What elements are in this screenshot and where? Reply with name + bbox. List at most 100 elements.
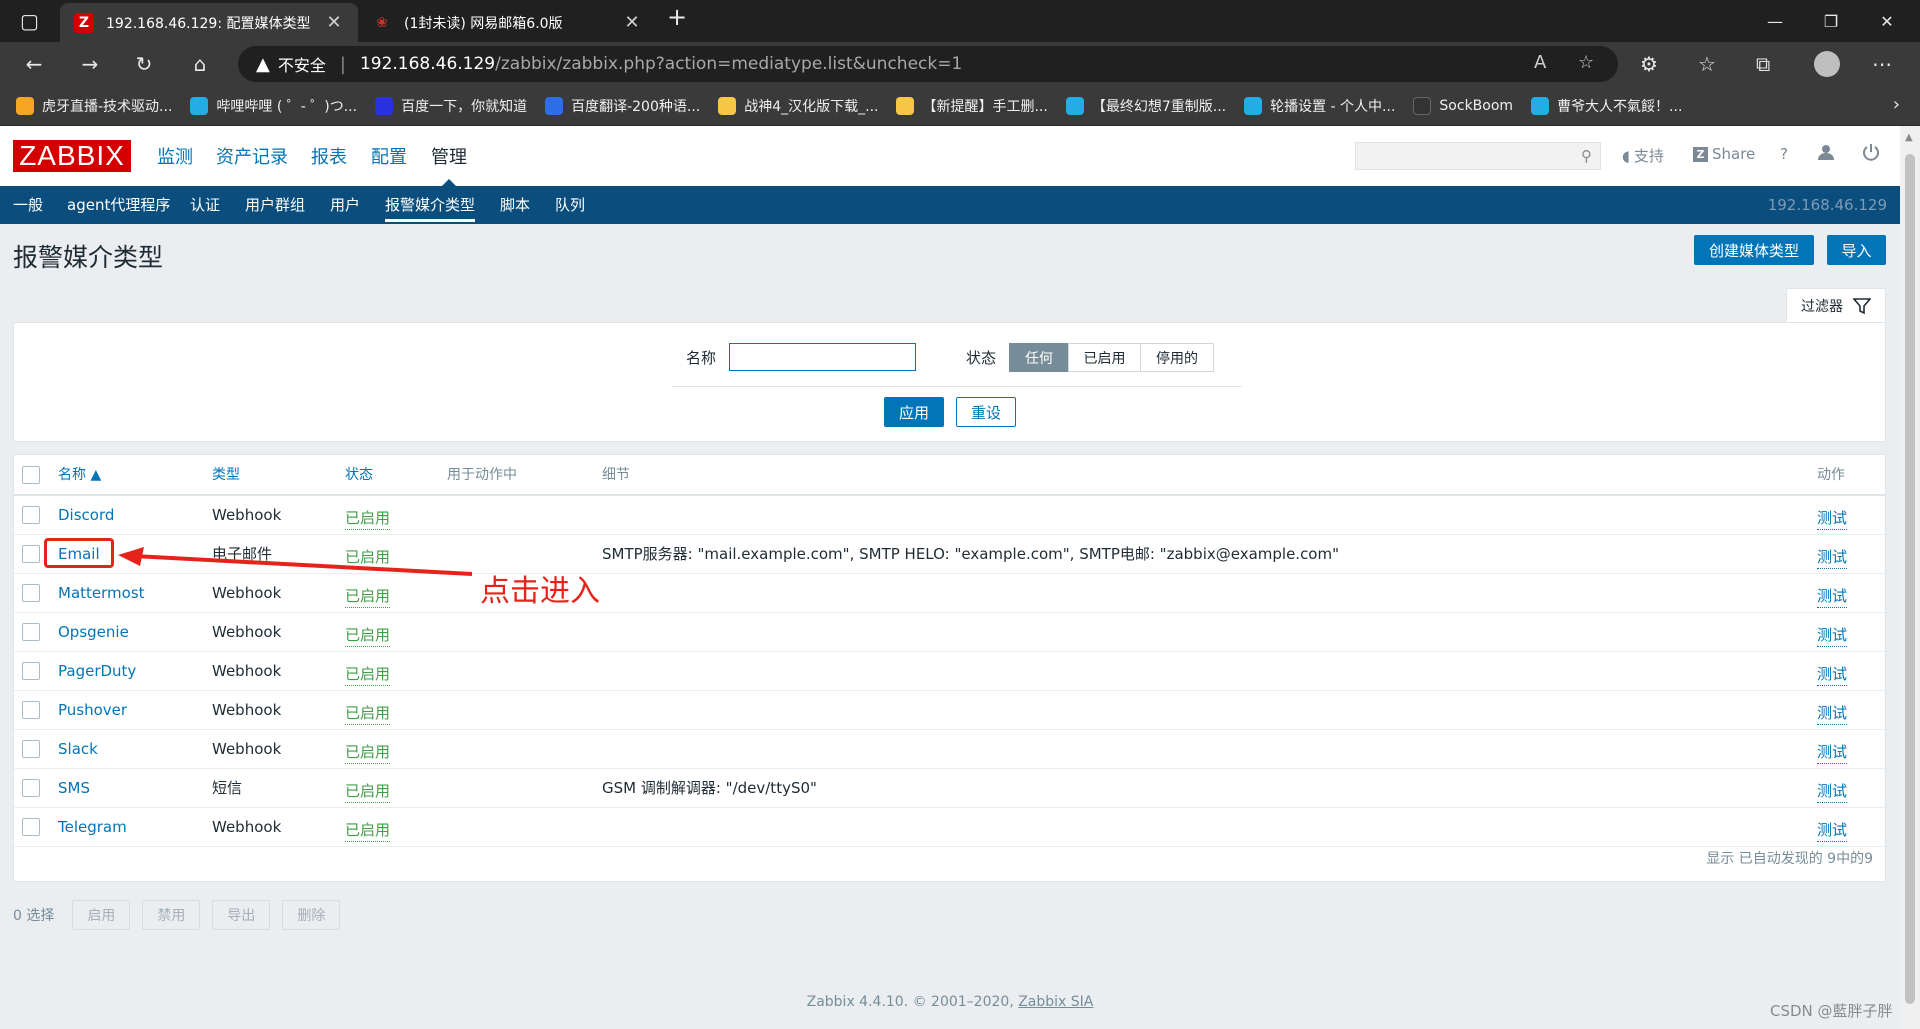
column-header-status[interactable]: 状态 [345, 455, 373, 495]
home-icon[interactable]: ⌂ [184, 49, 216, 79]
status-disabled-option[interactable]: 停用的 [1140, 343, 1214, 372]
bookmark-item[interactable]: 【新提醒】手工删... [896, 96, 1048, 116]
test-link[interactable]: 测试 [1817, 773, 1848, 803]
submenu-users[interactable]: 用户 [330, 186, 360, 224]
media-type-name-link[interactable]: Slack [58, 730, 98, 769]
test-link[interactable]: 测试 [1817, 500, 1848, 530]
bookmark-item[interactable]: 【最终幻想7重制版... [1065, 96, 1226, 116]
search-icon[interactable]: ⚲ [1581, 147, 1592, 165]
new-tab-icon[interactable]: + [667, 5, 687, 29]
row-checkbox[interactable] [22, 818, 40, 836]
close-window-icon[interactable]: ✕ [1864, 6, 1910, 36]
forward-icon[interactable]: → [74, 49, 106, 79]
status-toggle[interactable]: 已启用 [345, 656, 391, 686]
test-link[interactable]: 测试 [1817, 539, 1848, 569]
delete-button[interactable]: 删除 [282, 900, 341, 930]
test-link[interactable]: 测试 [1817, 656, 1848, 686]
submenu-scripts[interactable]: 脚本 [500, 186, 530, 224]
menu-inventory[interactable]: 资产记录 [216, 126, 288, 186]
page-scrollbar[interactable]: ▲ [1900, 126, 1920, 1029]
support-link[interactable]: ◖ 支持 [1622, 145, 1664, 166]
status-toggle[interactable]: 已启用 [345, 500, 391, 530]
status-toggle[interactable]: 已启用 [345, 695, 391, 725]
media-type-name-link[interactable]: Opsgenie [58, 613, 129, 652]
filter-tab[interactable]: 过滤器 [1786, 288, 1886, 322]
status-toggle[interactable]: 已启用 [345, 773, 391, 803]
zabbix-sia-link[interactable]: Zabbix SIA [1018, 994, 1093, 1010]
menu-configuration[interactable]: 配置 [371, 126, 407, 186]
back-icon[interactable]: ← [18, 49, 50, 79]
column-header-name[interactable]: 名称 ▲ [58, 455, 101, 495]
test-link[interactable]: 测试 [1817, 695, 1848, 725]
test-link[interactable]: 测试 [1817, 812, 1848, 842]
menu-reports[interactable]: 报表 [311, 126, 347, 186]
tab-actions-icon[interactable]: ▢ [20, 9, 39, 33]
bookmark-item[interactable]: 战神4_汉化版下载_... [718, 96, 878, 116]
submenu-proxies[interactable]: agent代理程序 [67, 186, 170, 224]
export-button[interactable]: 导出 [212, 900, 271, 930]
favorite-star-icon[interactable]: ☆ [1578, 52, 1594, 73]
bookmark-item[interactable]: 轮播设置 - 个人中... [1244, 96, 1395, 116]
favorites-icon[interactable]: ☆ [1698, 52, 1716, 76]
submenu-media-types[interactable]: 报警媒介类型 [385, 186, 476, 222]
help-link[interactable]: ? [1780, 145, 1788, 163]
media-type-name-link[interactable]: PagerDuty [58, 652, 136, 691]
extensions-icon[interactable]: ⚙ [1640, 52, 1658, 76]
test-link[interactable]: 测试 [1817, 578, 1848, 608]
row-checkbox[interactable] [22, 779, 40, 797]
row-checkbox[interactable] [22, 545, 40, 563]
menu-administration[interactable]: 管理 [431, 126, 467, 186]
reset-button[interactable]: 重设 [956, 397, 1016, 427]
restore-icon[interactable]: ❐ [1808, 6, 1854, 36]
media-type-name-link[interactable]: Discord [58, 496, 114, 535]
status-toggle[interactable]: 已启用 [345, 617, 391, 647]
row-checkbox[interactable] [22, 662, 40, 680]
address-bar[interactable]: ▲ 不安全 | 192.168.46.129 /zabbix/zabbix.ph… [238, 46, 1618, 82]
row-checkbox[interactable] [22, 740, 40, 758]
status-toggle[interactable]: 已启用 [345, 578, 391, 608]
enable-button[interactable]: 启用 [72, 900, 131, 930]
read-aloud-icon[interactable]: A [1534, 52, 1546, 73]
zabbix-logo[interactable]: ZABBIX [13, 140, 131, 172]
apply-button[interactable]: 应用 [884, 397, 944, 427]
bookmark-item[interactable]: 百度一下，你就知道 [375, 96, 527, 116]
submenu-authentication[interactable]: 认证 [190, 186, 220, 224]
status-toggle[interactable]: 已启用 [345, 734, 391, 764]
profile-avatar-icon[interactable] [1814, 51, 1840, 77]
close-tab-icon[interactable]: ✕ [324, 12, 344, 33]
more-menu-icon[interactable]: ⋯ [1872, 52, 1892, 76]
scrollbar-thumb[interactable] [1905, 154, 1915, 1004]
bookmark-item[interactable]: 曹爷大人不氣餒！... [1531, 96, 1682, 116]
column-header-type[interactable]: 类型 [212, 455, 240, 495]
bookmark-item[interactable]: 哔哩哔哩 ( ゜- ゜)つ... [190, 96, 357, 116]
chevron-right-icon[interactable]: › [1893, 94, 1900, 115]
collections-icon[interactable]: ⧉ [1756, 52, 1770, 76]
submenu-queue[interactable]: 队列 [555, 186, 585, 224]
bookmark-item[interactable]: 百度翻译-200种语... [545, 96, 700, 116]
bookmark-item[interactable]: SockBoom [1413, 96, 1513, 115]
row-checkbox[interactable] [22, 506, 40, 524]
create-media-type-button[interactable]: 创建媒体类型 [1694, 235, 1814, 265]
refresh-icon[interactable]: ↻ [128, 49, 160, 79]
submenu-general[interactable]: 一般 [13, 186, 43, 224]
scroll-up-icon[interactable]: ▲ [1905, 132, 1913, 143]
media-type-name-link[interactable]: Telegram [58, 808, 127, 847]
status-toggle[interactable]: 已启用 [345, 812, 391, 842]
submenu-user-groups[interactable]: 用户群组 [245, 186, 305, 224]
test-link[interactable]: 测试 [1817, 617, 1848, 647]
status-any-option[interactable]: 任何 [1009, 343, 1069, 372]
status-enabled-option[interactable]: 已启用 [1068, 343, 1141, 372]
minimize-icon[interactable]: — [1752, 6, 1798, 36]
browser-tab-mail[interactable]: ❀ (1封未读) 网易邮箱6.0版 ✕ [358, 3, 656, 42]
bookmark-item[interactable]: 虎牙直播-技术驱动... [16, 96, 172, 116]
row-checkbox[interactable] [22, 584, 40, 602]
import-button[interactable]: 导入 [1827, 235, 1886, 265]
share-link[interactable]: Z Share [1693, 145, 1755, 163]
media-type-name-link[interactable]: Pushover [58, 691, 127, 730]
browser-tab-zabbix[interactable]: Z 192.168.46.129: 配置媒体类型 ✕ [60, 3, 358, 42]
disable-button[interactable]: 禁用 [142, 900, 201, 930]
menu-monitoring[interactable]: 监测 [157, 126, 193, 186]
sign-out-icon[interactable] [1862, 143, 1880, 161]
test-link[interactable]: 测试 [1817, 734, 1848, 764]
row-checkbox[interactable] [22, 623, 40, 641]
